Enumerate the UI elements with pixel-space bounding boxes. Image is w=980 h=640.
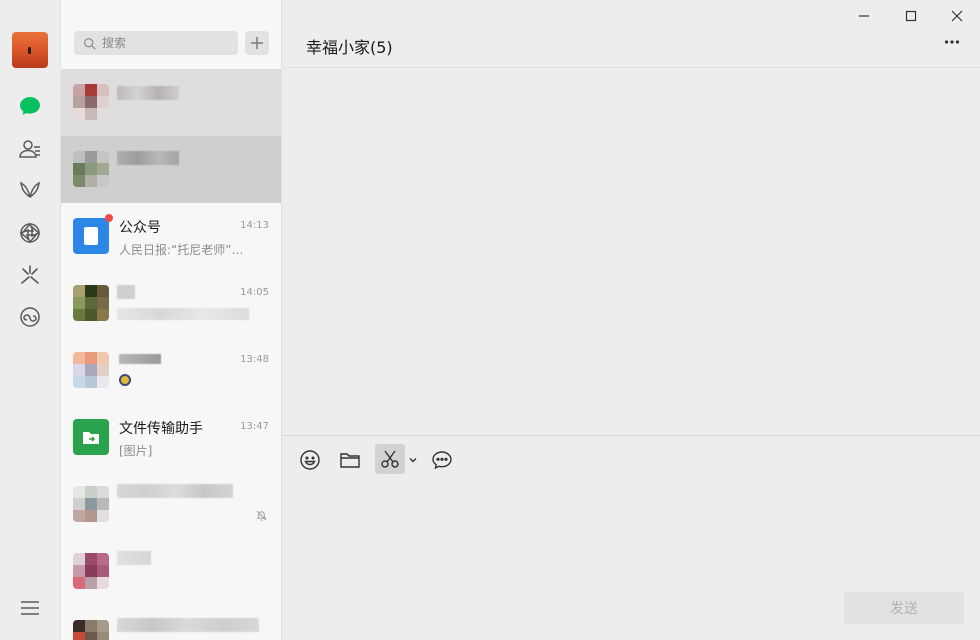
pixelated-preview xyxy=(117,308,249,320)
chevron-down-icon xyxy=(409,458,417,463)
maximize-button[interactable] xyxy=(899,6,923,26)
minimize-icon xyxy=(859,15,869,17)
conversation-name: 文件传输助手 xyxy=(119,421,203,437)
moments-icon[interactable] xyxy=(17,220,43,246)
pixelated-name xyxy=(117,86,179,100)
search-box[interactable] xyxy=(74,31,238,55)
conversation-avatar xyxy=(73,285,109,321)
screenshot-options-button[interactable] xyxy=(406,446,420,474)
pixelated-name xyxy=(117,285,135,299)
plus-icon xyxy=(251,37,263,49)
user-avatar[interactable] xyxy=(12,32,48,68)
conversation-item[interactable] xyxy=(61,538,281,605)
chat-icon[interactable] xyxy=(17,93,43,119)
search-input[interactable] xyxy=(102,36,232,50)
pixelated-name xyxy=(117,551,151,565)
more-button[interactable] xyxy=(940,32,964,52)
chat-history-icon xyxy=(432,451,452,470)
conversation-item[interactable]: 13:48 xyxy=(61,337,281,404)
pixelated-name xyxy=(117,151,179,165)
conversation-avatar xyxy=(73,352,109,388)
search-icon xyxy=(84,37,96,50)
chat-title: 幸福小家(5) xyxy=(306,38,393,57)
conversation-preview: 人民日报:“托尼老师”… xyxy=(119,243,244,257)
mini-programs-icon[interactable] xyxy=(17,304,43,330)
divider xyxy=(282,435,980,436)
pixelated-name xyxy=(117,618,259,632)
emoji-glyph xyxy=(119,374,131,386)
minimize-button[interactable] xyxy=(852,6,876,26)
conversation-avatar xyxy=(73,486,109,522)
screenshot-icon xyxy=(381,450,399,468)
conversation-time: 14:13 xyxy=(240,220,269,231)
conversation-list: 公众号 14:13 人民日报:“托尼老师”… 14:05 xyxy=(61,0,282,640)
conversation-item[interactable]: 14:05 xyxy=(61,270,281,337)
conversation-avatar xyxy=(73,620,109,640)
more-icon xyxy=(944,40,960,44)
chat-history-button[interactable] xyxy=(428,446,456,474)
contacts-icon[interactable] xyxy=(17,136,43,162)
conversation-avatar xyxy=(73,553,109,589)
conversation-item-selected[interactable] xyxy=(61,136,281,203)
conversation-time: 14:05 xyxy=(240,287,269,298)
conversation-time: 13:47 xyxy=(240,421,269,432)
file-transfer-icon xyxy=(73,419,109,455)
close-button[interactable] xyxy=(945,6,969,26)
send-file-button[interactable] xyxy=(336,446,364,474)
conversation-time: 13:48 xyxy=(240,354,269,365)
pixelated-name xyxy=(117,484,233,498)
maximize-icon xyxy=(905,10,917,22)
conversation-avatar xyxy=(73,84,109,120)
close-icon xyxy=(951,10,963,22)
conversation-preview: [图片] xyxy=(119,444,153,458)
emoji-button[interactable] xyxy=(296,446,324,474)
screenshot-button[interactable] xyxy=(375,444,405,474)
channels-icon[interactable] xyxy=(17,262,43,288)
emoji-icon xyxy=(300,450,320,470)
message-input[interactable] xyxy=(296,482,966,582)
conversation-name: 公众号 xyxy=(119,220,161,236)
conversation-avatar xyxy=(73,151,109,187)
add-button[interactable] xyxy=(245,31,269,55)
conversation-item[interactable] xyxy=(61,471,281,538)
nav-sidebar xyxy=(0,0,61,640)
conversation-item[interactable]: 文件传输助手 13:47 [图片] xyxy=(61,404,281,471)
mute-icon xyxy=(256,510,267,521)
menu-icon[interactable] xyxy=(17,595,43,621)
unread-dot xyxy=(105,214,113,222)
conversation-item[interactable] xyxy=(61,69,281,136)
conversation-item[interactable]: 公众号 14:13 人民日报:“托尼老师”… xyxy=(61,203,281,270)
favorites-icon[interactable] xyxy=(17,178,43,204)
pixelated-name xyxy=(119,354,161,364)
message-area[interactable] xyxy=(282,68,980,435)
official-accounts-icon xyxy=(73,218,109,254)
chat-panel: 幸福小家(5) 发送 xyxy=(282,0,980,640)
conversation-item[interactable] xyxy=(61,605,281,640)
folder-icon xyxy=(340,453,360,468)
send-button[interactable]: 发送 xyxy=(844,592,964,624)
